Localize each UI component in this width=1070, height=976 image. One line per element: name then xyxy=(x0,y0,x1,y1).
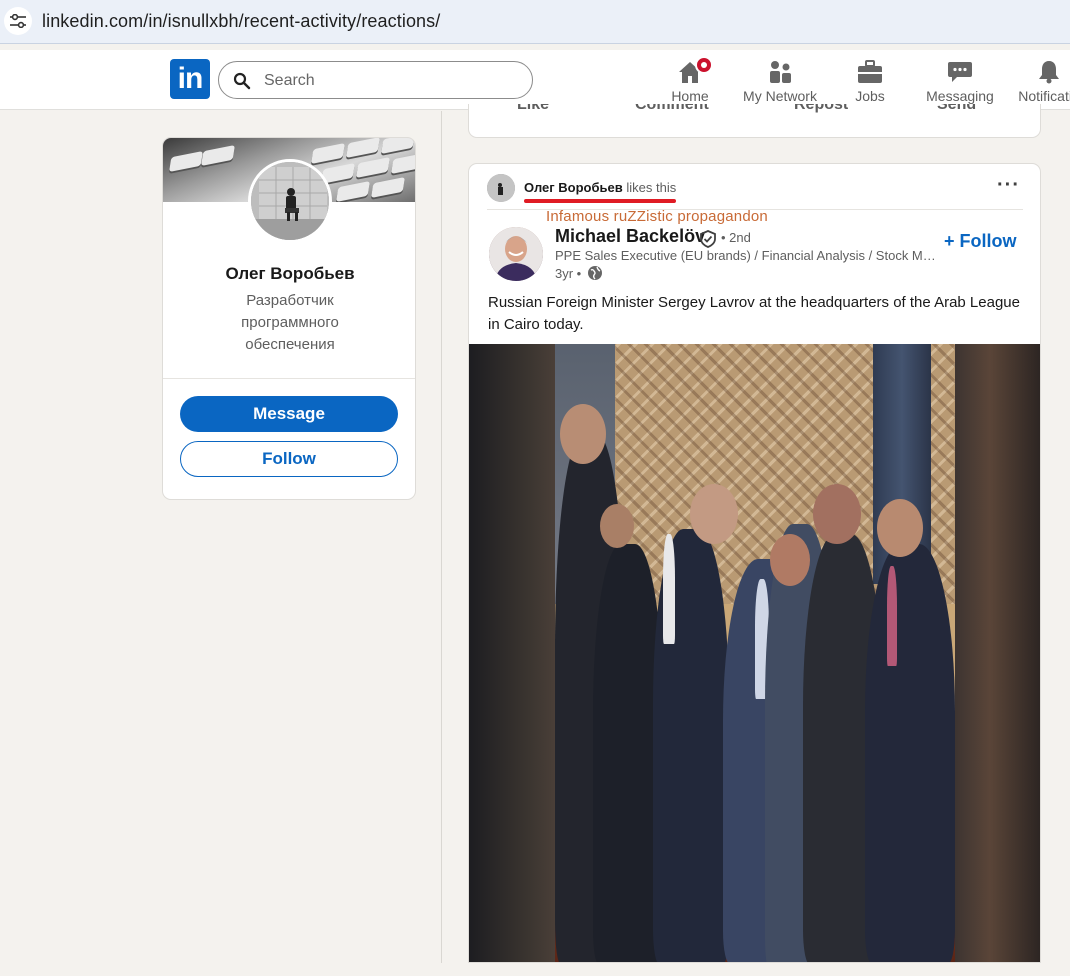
message-button[interactable]: Message xyxy=(180,396,398,432)
linkedin-logo[interactable]: in xyxy=(170,59,210,99)
messaging-icon xyxy=(948,62,972,82)
globe-icon xyxy=(587,265,603,286)
network-icon xyxy=(770,61,791,83)
post-text: Russian Foreign Minister Sergey Lavrov a… xyxy=(488,294,1020,333)
search-placeholder: Search xyxy=(264,72,315,89)
like-button[interactable]: Like xyxy=(517,104,549,114)
annotation-text: Infamous ruZZistic propagandon xyxy=(546,208,768,225)
video-blur-left xyxy=(469,344,555,962)
connection-degree: • 2nd xyxy=(721,230,751,245)
nav-home[interactable]: Home xyxy=(645,56,735,106)
author-follow-button[interactable]: + Follow xyxy=(944,231,1017,252)
feed-post: Олег Воробьев likes this ··· Infamous ru… xyxy=(468,163,1041,963)
more-options-icon[interactable]: ··· xyxy=(997,174,1020,197)
browser-address-bar: linkedin.com/in/isnullxbh/recent-activit… xyxy=(0,0,1070,44)
video-frame xyxy=(555,344,955,962)
url-field[interactable]: linkedin.com/in/isnullxbh/recent-activit… xyxy=(42,11,440,32)
search-icon xyxy=(233,72,251,95)
column-divider xyxy=(441,111,442,963)
reactor-avatar[interactable] xyxy=(487,174,515,202)
author-headline: PPE Sales Executive (EU brands) / Financ… xyxy=(555,248,940,263)
nav-jobs[interactable]: Jobs xyxy=(825,56,915,106)
profile-name[interactable]: Олег Воробьев xyxy=(163,264,415,284)
author-avatar[interactable] xyxy=(489,227,543,281)
video-blur-right xyxy=(955,344,1040,962)
nav-messaging-label: Messaging xyxy=(926,88,994,104)
author-name[interactable]: Michael Backelöv xyxy=(555,226,705,247)
nav-my-network-label: My Network xyxy=(743,88,817,104)
comment-button[interactable]: Comment xyxy=(635,104,709,114)
prev-post-action-bar: Like Comment Repost Send xyxy=(468,104,1041,138)
reactor-name[interactable]: Олег Воробьев xyxy=(524,180,623,195)
nav-notifications[interactable]: Notificatio xyxy=(1004,56,1070,106)
nav-my-network[interactable]: My Network xyxy=(735,56,825,106)
annotation-underline xyxy=(524,199,676,203)
profile-headline: Разработчик программного обеспечения xyxy=(241,292,339,353)
repost-button[interactable]: Repost xyxy=(794,104,848,114)
profile-card: Олег Воробьев Разработчик программного о… xyxy=(162,137,416,500)
post-video[interactable] xyxy=(469,344,1040,962)
divider xyxy=(163,378,415,379)
linkedin-top-nav: in Search Home My Network Jobs Messaging xyxy=(0,50,1070,110)
nav-notifications-label: Notificatio xyxy=(1018,88,1070,104)
profile-avatar[interactable] xyxy=(248,159,332,243)
reaction-header: Олег Воробьев likes this xyxy=(524,180,676,195)
reaction-action: likes this xyxy=(626,180,677,195)
nav-jobs-label: Jobs xyxy=(855,88,885,104)
nav-messaging[interactable]: Messaging xyxy=(915,56,1005,106)
tune-icon[interactable] xyxy=(4,7,32,35)
author-follow-label: Follow xyxy=(959,231,1017,251)
briefcase-icon xyxy=(858,60,882,83)
plus-icon: + xyxy=(944,231,955,251)
send-button[interactable]: Send xyxy=(937,104,976,114)
nav-home-label: Home xyxy=(671,88,709,104)
notification-badge xyxy=(695,56,713,74)
bell-icon xyxy=(1039,61,1059,84)
follow-button[interactable]: Follow xyxy=(180,441,398,477)
post-timestamp: 3yr • xyxy=(555,266,582,281)
search-input[interactable]: Search xyxy=(218,61,533,99)
